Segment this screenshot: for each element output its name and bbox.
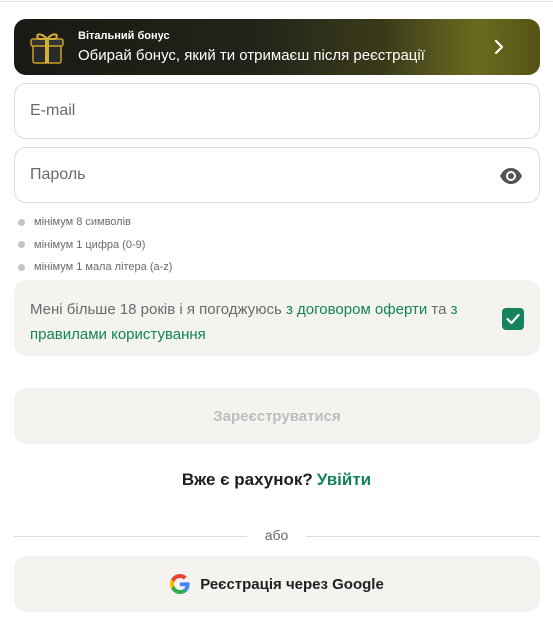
password-rule: мінімум 1 мала літера (a-z)	[18, 256, 172, 279]
agreement-text: Мені більше 18 років і я погоджуюсь з до…	[30, 301, 458, 343]
bonus-subtitle: Обирай бонус, який ти отримаєш після реє…	[78, 47, 425, 64]
agreement-checkbox[interactable]	[502, 308, 524, 330]
password-input[interactable]	[30, 148, 490, 202]
login-link[interactable]: Увійти	[317, 470, 371, 489]
chevron-right-icon[interactable]	[492, 39, 506, 55]
divider-right	[306, 536, 540, 537]
email-field-container	[14, 83, 540, 139]
password-rule: мінімум 1 цифра (0-9)	[18, 234, 172, 257]
bonus-title: Вітальний бонус	[78, 30, 170, 42]
login-question: Вже є рахунок?	[181, 470, 313, 489]
google-icon	[170, 574, 190, 594]
email-input[interactable]	[30, 84, 490, 138]
or-label: або	[264, 527, 289, 543]
eye-icon[interactable]	[499, 164, 523, 188]
register-button[interactable]: Зареєструватися	[14, 388, 540, 444]
google-button-label: Реєстрація через Google	[200, 575, 384, 593]
password-rules: мінімум 8 символів мінімум 1 цифра (0-9)…	[18, 211, 172, 279]
checkmark-icon	[506, 313, 520, 325]
google-signup-button[interactable]: Реєстрація через Google	[14, 556, 540, 612]
age-agreement-box: Мені більше 18 років і я погоджуюсь з до…	[14, 280, 540, 356]
login-prompt: Вже є рахунок? Увійти	[0, 470, 553, 490]
welcome-bonus-banner[interactable]: Вітальний бонус Обирай бонус, який ти от…	[14, 19, 540, 75]
password-rule: мінімум 8 символів	[18, 211, 172, 234]
password-field-container	[14, 147, 540, 203]
top-divider	[0, 1, 553, 2]
gift-icon	[30, 33, 64, 64]
offer-agreement-link[interactable]: з договором оферти	[286, 301, 427, 318]
